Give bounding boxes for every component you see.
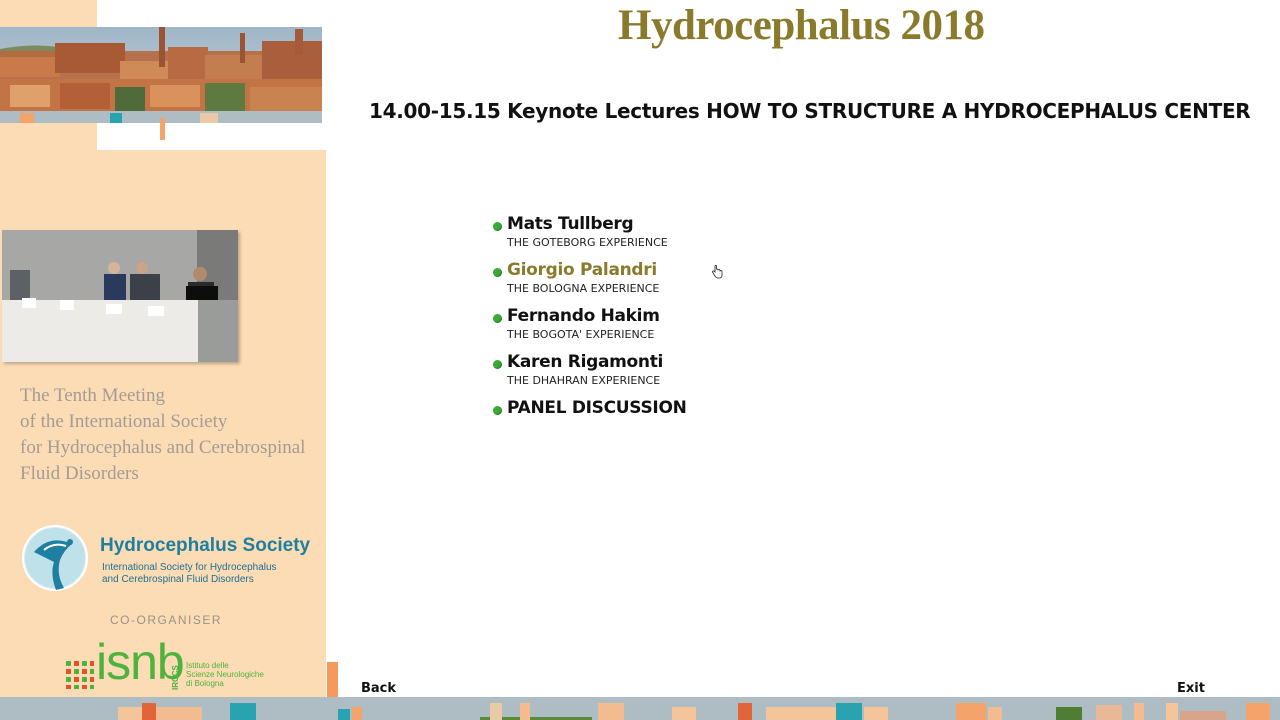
- speaker-name[interactable]: Karen Rigamonti: [507, 351, 853, 373]
- isnb-desc-line: Istituto delle: [186, 661, 229, 670]
- society-name: Hydrocephalus Society: [100, 535, 311, 556]
- speaker-topic: THE BOGOTA' EXPERIENCE: [507, 328, 655, 341]
- hydrocephalus-society-logo-icon: [20, 524, 92, 598]
- left-panel: The Tenth Meeting of the International S…: [0, 0, 326, 700]
- speaker-video-feed: [2, 230, 238, 362]
- meeting-description: The Tenth Meeting of the International S…: [20, 383, 320, 487]
- speaker-topic: THE GOTEBORG EXPERIENCE: [507, 236, 668, 249]
- green-bullet-icon: [493, 222, 502, 231]
- society-subtitle-line: and Cerebrospinal Fluid Disorders: [102, 574, 254, 585]
- speaker-topic: THE DHAHRAN EXPERIENCE: [507, 374, 661, 387]
- meeting-line: Fluid Disorders: [20, 463, 139, 484]
- speaker-name[interactable]: Mats Tullberg: [507, 213, 853, 235]
- bologna-city-photo: [0, 27, 322, 123]
- green-bullet-icon: [493, 314, 502, 323]
- isnb-description: Istituto delle Scienze Neurologiche di B…: [186, 661, 264, 688]
- decorative-orange-strip: [327, 662, 338, 698]
- speaker-name[interactable]: Giorgio Palandri: [507, 259, 853, 281]
- page-title: Hydrocephalus 2018: [618, 2, 985, 49]
- co-organiser-label: CO-ORGANISER: [110, 613, 223, 627]
- photo-accent-bar: [160, 118, 165, 140]
- speaker-item-palandri[interactable]: Giorgio Palandri THE BOLOGNA EXPERIENCE: [493, 259, 853, 305]
- session-heading: 14.00-15.15 Keynote Lectures HOW TO STRU…: [369, 99, 1251, 123]
- hand-cursor-icon: [711, 264, 723, 279]
- speaker-item-rigamonti[interactable]: Karen Rigamonti THE DHAHRAN EXPERIENCE: [493, 351, 853, 397]
- society-subtitle-line: International Society for Hydrocephalus: [102, 562, 277, 573]
- meeting-line: for Hydrocephalus and Cerebrospinal: [20, 437, 306, 458]
- speaker-item-tullberg[interactable]: Mats Tullberg THE GOTEBORG EXPERIENCE: [493, 213, 853, 259]
- isnb-desc-line: Scienze Neurologiche: [186, 670, 264, 679]
- speaker-item-panel-discussion[interactable]: PANEL DISCUSSION: [493, 397, 853, 443]
- green-bullet-icon: [493, 406, 502, 415]
- green-bullet-icon: [493, 268, 502, 277]
- society-subtitle: International Society for Hydrocephalus …: [102, 562, 277, 586]
- speaker-name[interactable]: PANEL DISCUSSION: [507, 397, 853, 419]
- speaker-name[interactable]: Fernando Hakim: [507, 305, 853, 327]
- irccs-label: IRCCS: [171, 665, 180, 690]
- meeting-line: The Tenth Meeting: [20, 385, 166, 406]
- green-bullet-icon: [493, 360, 502, 369]
- speaker-topic: THE BOLOGNA EXPERIENCE: [507, 282, 660, 295]
- speaker-item-hakim[interactable]: Fernando Hakim THE BOGOTA' EXPERIENCE: [493, 305, 853, 351]
- back-button[interactable]: Back: [361, 681, 396, 696]
- meeting-line: of the International Society: [20, 411, 228, 432]
- isnb-desc-line: di Bologna: [186, 679, 224, 688]
- speaker-list: Mats Tullberg THE GOTEBORG EXPERIENCE Gi…: [493, 213, 853, 443]
- exit-button[interactable]: Exit: [1177, 681, 1205, 696]
- decorative-bottom-bar: [0, 697, 1280, 720]
- isnb-grid-icon: [66, 661, 94, 689]
